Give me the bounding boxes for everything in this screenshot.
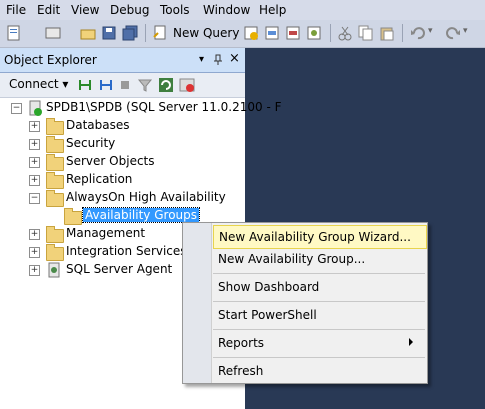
open-file-icon[interactable] (80, 25, 96, 41)
save-all-icon[interactable] (122, 25, 138, 41)
refresh-icon[interactable] (158, 77, 174, 93)
cut-icon[interactable] (337, 25, 353, 41)
context-menu: New Availability Group Wizard... New Ava… (182, 222, 428, 384)
menu-item-refresh[interactable]: Refresh (213, 360, 425, 382)
close-icon[interactable]: × (229, 51, 240, 66)
menu-debug[interactable]: Debug (110, 3, 149, 17)
save-icon[interactable] (101, 25, 117, 41)
node-label: Management (66, 226, 146, 240)
tree-node-databases[interactable]: + Databases (0, 117, 245, 135)
expand-icon[interactable]: + (29, 121, 40, 132)
menu-item-label: Refresh (218, 364, 264, 378)
tree-node-alwayson[interactable]: − AlwaysOn High Availability (0, 189, 245, 207)
menu-separator (213, 273, 425, 274)
menu-separator (213, 301, 425, 302)
collapse-icon[interactable]: − (11, 103, 22, 114)
server-icon (29, 100, 42, 116)
node-label: Server Objects (66, 154, 155, 168)
connect-button[interactable]: Connect ▾ (9, 77, 68, 91)
pin-icon[interactable] (212, 54, 224, 66)
expand-icon[interactable]: + (29, 247, 40, 258)
redo-dropdown-icon[interactable]: ▾ (463, 26, 468, 36)
node-label: Security (66, 136, 116, 150)
new-query-button[interactable]: New Query (173, 26, 239, 40)
folder-icon (64, 208, 82, 225)
expand-icon[interactable]: + (29, 139, 40, 150)
menu-item-new-availability-group[interactable]: New Availability Group... (213, 248, 425, 270)
menu-separator (213, 329, 425, 330)
server-label: SPDB1\SPDB (SQL Server 11.0.2100 - F (46, 100, 282, 114)
folder-icon (46, 172, 64, 189)
folder-icon (46, 154, 64, 171)
object-explorer-toolbar: Connect ▾ (0, 73, 245, 98)
add-item-icon[interactable] (45, 25, 61, 41)
tree-node-security[interactable]: + Security (0, 135, 245, 153)
menu-separator (213, 357, 425, 358)
paste-icon[interactable] (379, 25, 395, 41)
analysis-mdx-query-icon[interactable] (264, 25, 280, 41)
stop-icon[interactable] (117, 77, 133, 93)
menu-edit[interactable]: Edit (37, 3, 60, 17)
menu-item-label: Show Dashboard (218, 280, 320, 294)
database-engine-query-icon[interactable] (243, 25, 259, 41)
copy-icon[interactable] (358, 25, 374, 41)
menu-item-label: New Availability Group... (218, 252, 366, 266)
menu-file[interactable]: File (6, 3, 26, 17)
undo-dropdown-icon[interactable]: ▾ (428, 26, 433, 36)
menu-item-label: Start PowerShell (218, 308, 317, 322)
object-explorer-title: Object Explorer (4, 53, 97, 67)
sql-agent-icon (48, 262, 60, 278)
connect-object-explorer-icon[interactable] (77, 77, 93, 93)
activity-monitor-icon[interactable] (179, 77, 195, 93)
folder-icon (46, 190, 64, 207)
expand-icon[interactable]: + (29, 265, 40, 276)
window-position-icon[interactable]: ▾ (199, 54, 204, 65)
menu-item-label: Reports (218, 336, 265, 350)
menu-tools[interactable]: Tools (160, 3, 190, 17)
submenu-arrow-icon (409, 338, 413, 346)
analysis-dmx-query-icon[interactable] (285, 25, 301, 41)
menu-bar: File Edit View Debug Tools Window Help (0, 0, 485, 20)
tree-node-server-objects[interactable]: + Server Objects (0, 153, 245, 171)
expand-icon[interactable]: + (29, 157, 40, 168)
menu-item-reports[interactable]: Reports (213, 332, 425, 354)
standard-toolbar: New Query ▾ ▾ (0, 20, 485, 48)
xmla-query-icon[interactable] (306, 25, 322, 41)
folder-icon (46, 136, 64, 153)
object-explorer-titlebar: Object Explorer ▾ × (0, 48, 245, 73)
menu-item-label: New Availability Group Wizard... (219, 230, 411, 244)
menu-item-show-dashboard[interactable]: Show Dashboard (213, 276, 425, 298)
filter-icon[interactable] (137, 77, 153, 93)
node-label: Availability Groups (81, 207, 201, 223)
expand-icon[interactable]: + (29, 229, 40, 240)
menu-item-new-availability-group-wizard[interactable]: New Availability Group Wizard... (213, 225, 427, 249)
collapse-icon[interactable]: − (29, 193, 40, 204)
node-label: SQL Server Agent (66, 262, 173, 276)
node-label: Replication (66, 172, 133, 186)
disconnect-icon[interactable] (98, 77, 114, 93)
menu-window[interactable]: Window (203, 3, 250, 17)
menu-gutter (183, 223, 212, 383)
menu-item-start-powershell[interactable]: Start PowerShell (213, 304, 425, 326)
node-label: AlwaysOn High Availability (66, 190, 226, 204)
folder-icon (46, 226, 64, 243)
tree-node-replication[interactable]: + Replication (0, 171, 245, 189)
new-project-icon[interactable] (6, 25, 22, 41)
expand-icon[interactable]: + (29, 175, 40, 186)
folder-icon (46, 118, 64, 135)
folder-icon (46, 244, 64, 261)
menu-help[interactable]: Help (259, 3, 286, 17)
new-query-icon[interactable] (152, 25, 168, 41)
menu-view[interactable]: View (71, 3, 99, 17)
undo-icon[interactable] (410, 25, 426, 41)
node-label: Databases (66, 118, 130, 132)
redo-icon[interactable] (445, 25, 461, 41)
tree-node-server[interactable]: − SPDB1\SPDB (SQL Server 11.0.2100 - F (0, 99, 282, 117)
